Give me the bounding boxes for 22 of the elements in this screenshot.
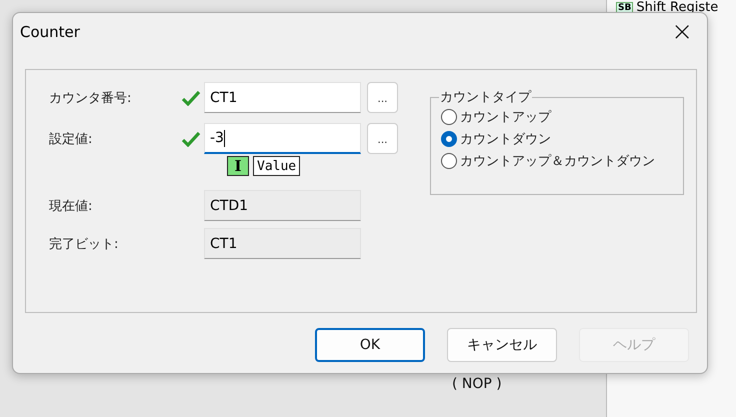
- radio-option[interactable]: カウントアップ: [440, 106, 683, 128]
- field-label: 完了ビット:: [49, 236, 120, 252]
- field-label: 現在値:: [49, 198, 94, 214]
- field-label: 設定値:: [49, 130, 94, 148]
- hint-tooltip: Value: [253, 156, 300, 176]
- window-title: Counter: [20, 23, 80, 41]
- input-field[interactable]: CT1: [204, 82, 361, 113]
- field-label: カウンタ番号:: [49, 90, 132, 106]
- dialog-button[interactable]: キャンセル: [447, 328, 557, 362]
- panel-item-label[interactable]: Shift Registe: [636, 0, 718, 15]
- instruction-text: ( NOP ): [452, 376, 502, 392]
- radio-option[interactable]: カウントアップ＆カウントダウン: [440, 150, 683, 172]
- close-button[interactable]: ×: [667, 19, 697, 45]
- browse-button[interactable]: ...: [367, 82, 398, 113]
- readonly-field: CTD1: [204, 190, 361, 221]
- group-title: カウントタイプ: [438, 89, 532, 106]
- type-badge: I: [227, 156, 249, 176]
- browse-button[interactable]: ...: [367, 123, 398, 154]
- readonly-field: CT1: [204, 228, 361, 259]
- dialog-button[interactable]: OK: [315, 328, 425, 362]
- radio-option[interactable]: カウントダウン: [440, 128, 683, 150]
- input-field[interactable]: -3: [204, 123, 361, 154]
